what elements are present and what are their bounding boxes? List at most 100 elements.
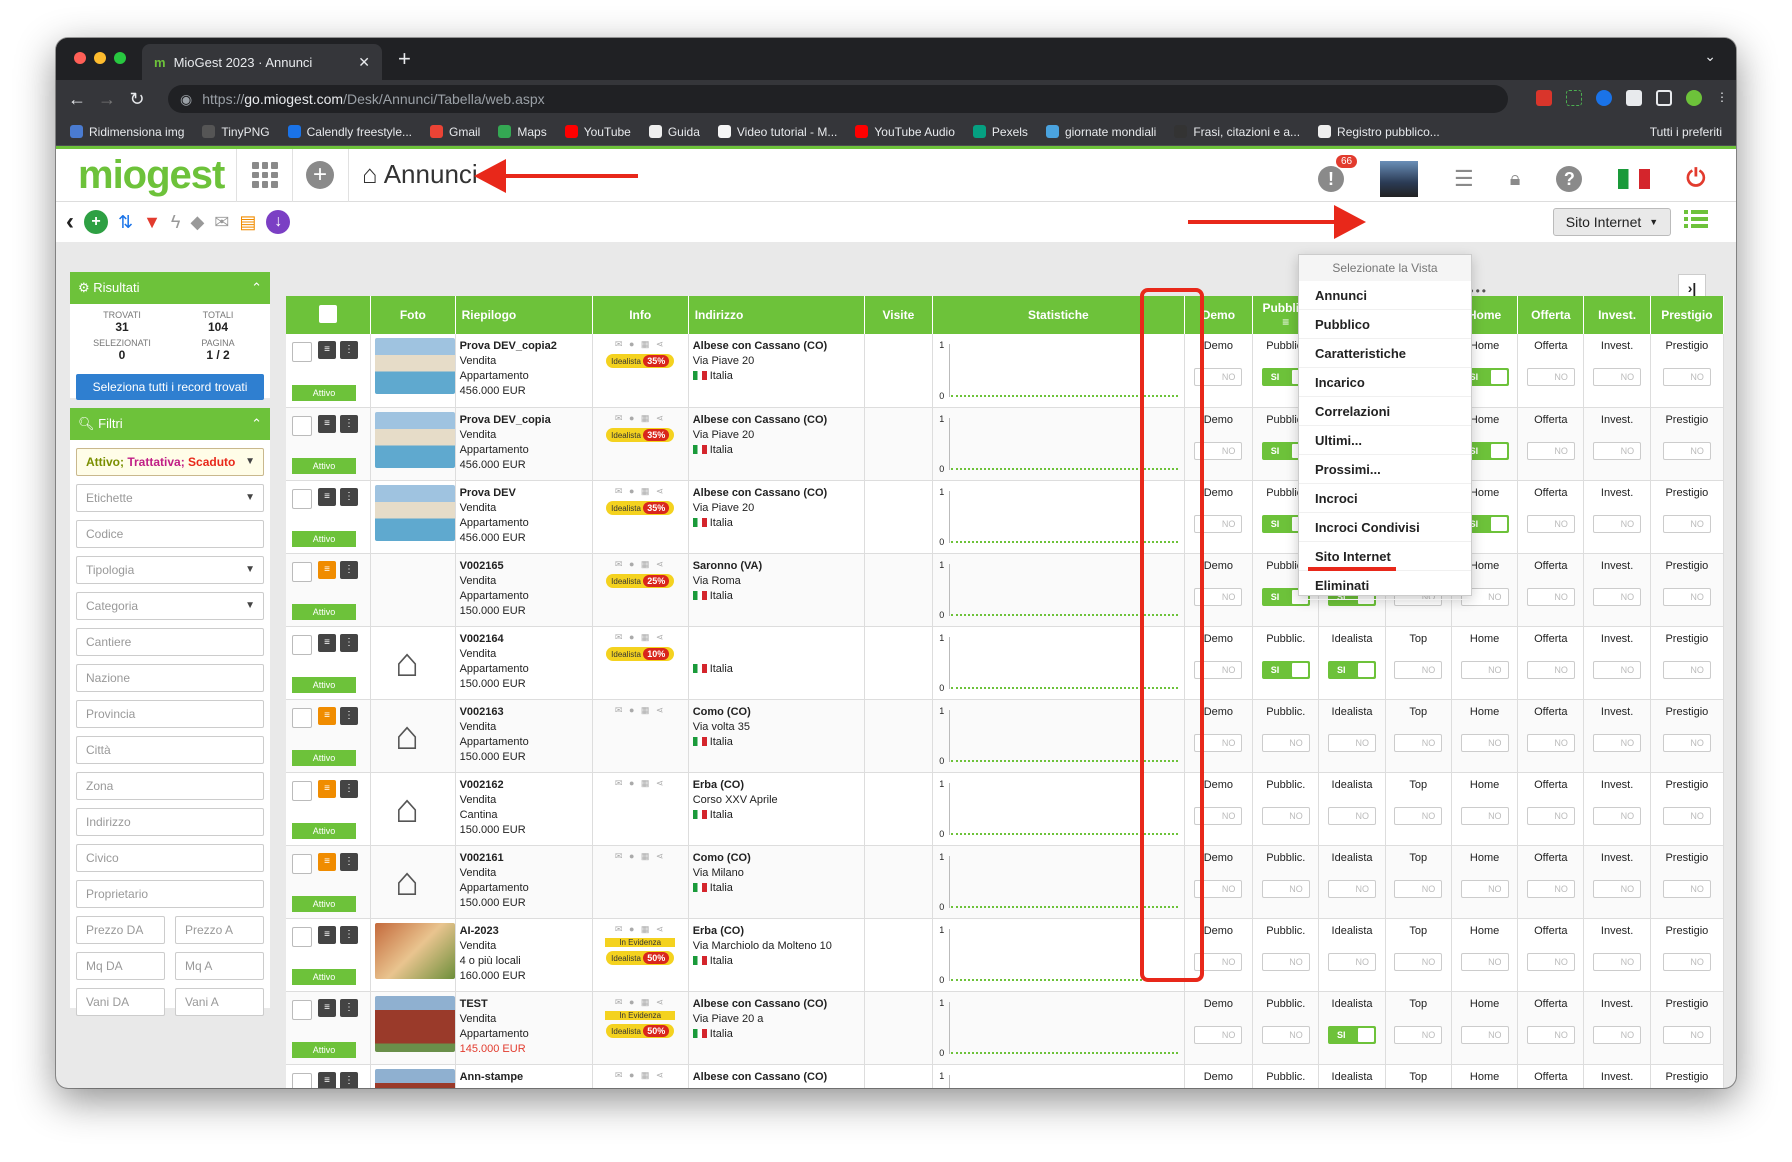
bookmark-item[interactable]: Video tutorial - M... bbox=[717, 125, 837, 139]
row-checkbox[interactable] bbox=[292, 780, 312, 801]
mail-icon[interactable]: ✉ bbox=[214, 212, 229, 233]
bookmark-item[interactable]: Pexels bbox=[972, 125, 1028, 139]
row-checkbox[interactable] bbox=[292, 707, 312, 728]
chevron-up-icon[interactable]: ⌃ bbox=[251, 416, 262, 432]
table-row[interactable]: ≡ ⋮ Attivo ⌂ V002162 Vendita Cantina 150.000 … bbox=[286, 772, 1724, 846]
lock-icon[interactable]: 🔒︎ bbox=[1510, 168, 1521, 191]
all-bookmarks[interactable]: Tutti i preferiti bbox=[1650, 125, 1722, 139]
row-more-icon[interactable]: ⋮ bbox=[340, 560, 358, 579]
row-checkbox[interactable] bbox=[292, 561, 312, 582]
portal-toggle[interactable]: SI bbox=[1261, 660, 1310, 679]
view-select-button[interactable]: Sito Internet ▼ bbox=[1553, 208, 1671, 236]
portal-toggle[interactable]: NO bbox=[1261, 879, 1310, 898]
row-menu-icon[interactable]: ≡ bbox=[318, 633, 336, 652]
column-header[interactable]: Indirizzo bbox=[688, 296, 865, 334]
portal-toggle[interactable]: NO bbox=[1662, 368, 1711, 386]
dropdown-item[interactable]: Correlazioni bbox=[1299, 397, 1471, 426]
portal-toggle[interactable]: NO bbox=[1662, 587, 1711, 606]
extension-icon[interactable] bbox=[1536, 90, 1552, 106]
portal-toggle[interactable]: NO bbox=[1593, 733, 1642, 752]
bolt-icon[interactable]: ϟ bbox=[171, 212, 181, 233]
portal-toggle[interactable]: NO bbox=[1526, 587, 1575, 606]
portal-toggle[interactable]: NO bbox=[1394, 733, 1443, 752]
select-all-button[interactable]: Seleziona tutti i record trovati bbox=[76, 374, 264, 400]
portal-toggle[interactable]: NO bbox=[1194, 1025, 1243, 1044]
range-field[interactable]: Vani A bbox=[175, 988, 264, 1016]
row-checkbox[interactable] bbox=[292, 634, 312, 655]
listing-code[interactable]: Prova DEV_copia bbox=[460, 414, 551, 426]
chevron-up-icon[interactable]: ⌃ bbox=[251, 280, 262, 296]
bookmark-item[interactable]: Calendly freestyle... bbox=[287, 125, 412, 139]
portal-toggle[interactable]: NO bbox=[1328, 733, 1377, 752]
listing-code[interactable]: V002162 bbox=[460, 779, 504, 791]
range-field[interactable]: Prezzo A bbox=[175, 916, 264, 944]
portal-toggle[interactable]: NO bbox=[1662, 1025, 1711, 1044]
row-more-icon[interactable]: ⋮ bbox=[340, 706, 358, 725]
table-row[interactable]: ≡ ⋮ Attivo Prova DEV_copia Vendita Appartam… bbox=[286, 407, 1724, 481]
column-header[interactable]: Prestigio bbox=[1650, 296, 1724, 334]
portal-toggle[interactable]: NO bbox=[1662, 952, 1711, 971]
row-more-icon[interactable]: ⋮ bbox=[340, 414, 358, 433]
portal-toggle[interactable]: NO bbox=[1394, 879, 1443, 898]
row-more-icon[interactable]: ⋮ bbox=[340, 779, 358, 798]
dropdown-item[interactable]: Incroci bbox=[1299, 484, 1471, 513]
sort-icon[interactable]: ⇅ bbox=[118, 212, 133, 233]
portal-toggle[interactable]: NO bbox=[1394, 952, 1443, 971]
results-header[interactable]: ⚙ Risultati ⌃ bbox=[70, 272, 270, 304]
portal-toggle[interactable]: NO bbox=[1526, 660, 1575, 679]
row-menu-icon[interactable]: ≡ bbox=[318, 1071, 336, 1088]
portal-toggle[interactable]: NO bbox=[1394, 806, 1443, 825]
row-more-icon[interactable]: ⋮ bbox=[340, 1071, 358, 1088]
listing-code[interactable]: Prova DEV bbox=[460, 487, 516, 499]
dropdown-item[interactable]: Pubblico bbox=[1299, 310, 1471, 339]
row-more-icon[interactable]: ⋮ bbox=[340, 487, 358, 506]
portal-toggle[interactable]: NO bbox=[1593, 952, 1642, 971]
column-header[interactable]: Visite bbox=[864, 296, 934, 334]
range-field[interactable]: Vani DA bbox=[76, 988, 165, 1016]
table-row[interactable]: ≡ ⋮ Attivo ⌂ V002163 Vendita Appartamento 150… bbox=[286, 699, 1724, 773]
row-more-icon[interactable]: ⋮ bbox=[340, 633, 358, 652]
portal-toggle[interactable]: NO bbox=[1662, 879, 1711, 898]
row-checkbox[interactable] bbox=[292, 999, 312, 1020]
filter-1-field[interactable]: Codice bbox=[76, 520, 264, 548]
table-row[interactable]: ≡ ⋮ AttivoAnn-stampe✉ ● ▦ ⋖Albese con Ca… bbox=[286, 1064, 1724, 1088]
portal-toggle[interactable]: NO bbox=[1328, 952, 1377, 971]
settings-sliders-icon[interactable]: ☰ bbox=[1454, 166, 1474, 192]
new-tab-icon[interactable]: + bbox=[398, 46, 411, 72]
bookmark-item[interactable]: Registro pubblico... bbox=[1318, 125, 1440, 139]
listing-code[interactable]: V002165 bbox=[460, 560, 504, 572]
portal-toggle[interactable]: NO bbox=[1593, 441, 1642, 460]
portal-toggle[interactable]: SI bbox=[1328, 660, 1377, 679]
tag-icon[interactable]: ◆ bbox=[190, 212, 204, 233]
portal-toggle[interactable]: NO bbox=[1593, 587, 1642, 606]
portal-toggle[interactable]: NO bbox=[1593, 879, 1642, 898]
listing-code[interactable]: TEST bbox=[460, 998, 488, 1010]
bookmark-item[interactable]: YouTube bbox=[564, 125, 631, 139]
italy-flag-icon[interactable] bbox=[1618, 169, 1651, 189]
row-checkbox[interactable] bbox=[292, 342, 312, 362]
portal-toggle[interactable]: NO bbox=[1261, 952, 1310, 971]
filter-0-field[interactable]: Etichette ▼ bbox=[76, 484, 264, 512]
portal-toggle[interactable]: NO bbox=[1460, 806, 1509, 825]
row-menu-icon[interactable]: ≡ bbox=[318, 779, 336, 798]
filter-8-field[interactable]: Zona bbox=[76, 772, 264, 800]
bookmark-item[interactable]: Maps bbox=[498, 125, 547, 139]
dropdown-item[interactable]: Prossimi... bbox=[1299, 455, 1471, 484]
row-menu-icon[interactable]: ≡ bbox=[318, 706, 336, 725]
portal-toggle[interactable]: NO bbox=[1460, 952, 1509, 971]
portal-toggle[interactable]: NO bbox=[1662, 514, 1711, 533]
column-header[interactable]: Foto bbox=[370, 296, 456, 334]
dropdown-item[interactable]: Caratteristiche bbox=[1299, 339, 1471, 368]
filter-7-field[interactable]: Città bbox=[76, 736, 264, 764]
puzzle-icon[interactable] bbox=[1626, 90, 1642, 106]
portal-toggle[interactable]: NO bbox=[1460, 1025, 1509, 1044]
portal-toggle[interactable]: NO bbox=[1526, 514, 1575, 533]
portal-toggle[interactable]: NO bbox=[1394, 660, 1443, 679]
bookmark-item[interactable]: Gmail bbox=[430, 125, 480, 139]
filter-10-field[interactable]: Civico bbox=[76, 844, 264, 872]
back-icon[interactable]: ← bbox=[62, 89, 92, 110]
portal-toggle[interactable]: NO bbox=[1593, 368, 1642, 386]
portal-toggle[interactable]: NO bbox=[1460, 733, 1509, 752]
site-info-icon[interactable]: ◉ bbox=[180, 91, 192, 108]
dropdown-item[interactable]: Eliminati bbox=[1299, 571, 1471, 600]
